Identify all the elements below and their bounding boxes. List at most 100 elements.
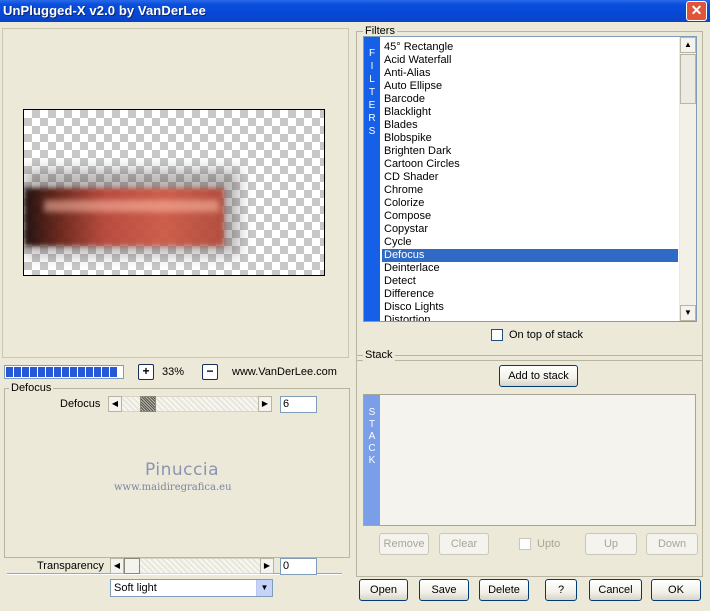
strip-letter: T (368, 419, 376, 430)
filters-items: 45° Rectangle Acid Waterfall Anti-Alias Aut… (382, 41, 678, 321)
filters-group: Filters FILTERS 45° Rectangle Acid Waterf… (356, 25, 703, 361)
progress-segment (14, 367, 21, 377)
website-link[interactable]: www.VanDerLee.com (232, 366, 337, 378)
filter-item[interactable]: Cartoon Circles (382, 158, 678, 171)
progress-segment (46, 367, 53, 377)
stack-strip: STACK (364, 395, 380, 525)
params-group-label: Defocus (9, 382, 54, 394)
up-button[interactable]: Up (585, 533, 637, 555)
zoom-controls: + 33% − www.VanDerLee.com (4, 364, 350, 382)
scroll-up-icon[interactable]: ▲ (680, 37, 696, 53)
strip-letter: F (368, 48, 376, 59)
defocus-value-field[interactable]: 6 (280, 396, 317, 413)
filters-scrollbar[interactable]: ▲ ▼ (679, 37, 696, 321)
stack-group-label: Stack (363, 349, 395, 361)
slider-thumb[interactable] (140, 396, 156, 412)
close-button[interactable]: ✕ (686, 1, 707, 21)
watermark-name: Pinuccia (145, 460, 219, 480)
zoom-in-button[interactable]: + (138, 364, 154, 380)
strip-letter: L (369, 74, 375, 85)
filter-item[interactable]: Chrome (382, 184, 678, 197)
filter-item[interactable]: Colorize (382, 197, 678, 210)
upto-label: Upto (537, 538, 561, 550)
progress-segment (86, 367, 93, 377)
down-button[interactable]: Down (646, 533, 698, 555)
window-title: UnPlugged-X v2.0 by VanDerLee (3, 3, 207, 18)
strip-letter: S (368, 126, 376, 137)
defocus-slider[interactable]: ◀ ▶ (108, 396, 273, 412)
progress-segment (54, 367, 61, 377)
arrow-right-icon[interactable]: ▶ (258, 396, 272, 412)
filter-item[interactable]: Brighten Dark (382, 145, 678, 158)
transparency-slider[interactable]: ◀ ▶ (110, 558, 275, 574)
arrow-right-icon[interactable]: ▶ (260, 558, 274, 574)
filter-item[interactable]: Compose (382, 210, 678, 223)
strip-letter: S (368, 407, 376, 418)
scroll-down-icon[interactable]: ▼ (680, 305, 696, 321)
filter-item[interactable]: Blades (382, 119, 678, 132)
strip-letter: K (368, 455, 376, 466)
ok-button[interactable]: OK (651, 579, 701, 601)
progress-segment (6, 367, 13, 377)
arrow-left-icon[interactable]: ◀ (110, 558, 124, 574)
upto-checkbox[interactable] (519, 538, 531, 550)
filter-item[interactable]: Defocus (382, 249, 678, 262)
defocus-label: Defocus (60, 398, 101, 410)
preview-image (24, 188, 224, 246)
transparency-value-field[interactable]: 0 (280, 558, 317, 575)
slider-track[interactable] (124, 558, 260, 574)
filter-item[interactable]: Distortion (382, 314, 678, 321)
on-top-checkbox[interactable] (491, 329, 503, 341)
progress-segment (22, 367, 29, 377)
delete-button[interactable]: Delete (479, 579, 529, 601)
filter-item[interactable]: Difference (382, 288, 678, 301)
on-top-label: On top of stack (509, 329, 583, 341)
save-button[interactable]: Save (419, 579, 469, 601)
filter-item[interactable]: Cycle (382, 236, 678, 249)
zoom-value: 33% (162, 366, 185, 378)
slider-thumb[interactable] (124, 558, 140, 574)
scroll-thumb[interactable] (680, 54, 696, 104)
filter-item[interactable]: Detect (382, 275, 678, 288)
open-button[interactable]: Open (359, 579, 408, 601)
filter-item[interactable]: Acid Waterfall (382, 54, 678, 67)
filter-item[interactable]: Blobspike (382, 132, 678, 145)
progress-segment (70, 367, 77, 377)
strip-letter: A (368, 431, 376, 442)
filter-item[interactable]: Auto Ellipse (382, 80, 678, 93)
blend-mode-select[interactable]: Soft light ▼ (110, 579, 273, 597)
progress-segment (38, 367, 45, 377)
filter-item[interactable]: Barcode (382, 93, 678, 106)
filter-item[interactable]: 45° Rectangle (382, 41, 678, 54)
add-to-stack-button[interactable]: Add to stack (499, 365, 578, 387)
strip-letter: T (368, 87, 376, 98)
clear-button[interactable]: Clear (439, 533, 489, 555)
strip-letter: E (368, 100, 376, 111)
progress-segment (78, 367, 85, 377)
filters-strip: FILTERS (364, 37, 380, 321)
help-button[interactable]: ? (545, 579, 577, 601)
filters-list[interactable]: FILTERS 45° Rectangle Acid Waterfall Anti-… (363, 36, 697, 322)
filter-item[interactable]: Blacklight (382, 106, 678, 119)
progress-segment (62, 367, 69, 377)
dialog-client: + 33% − www.VanDerLee.com Defocus Defocu… (0, 22, 710, 611)
preview-canvas[interactable] (23, 109, 325, 276)
progress-segment (30, 367, 37, 377)
filter-item[interactable]: Disco Lights (382, 301, 678, 314)
arrow-left-icon[interactable]: ◀ (108, 396, 122, 412)
filter-item[interactable]: Deinterlace (382, 262, 678, 275)
zoom-out-button[interactable]: − (202, 364, 218, 380)
chevron-down-icon[interactable]: ▼ (256, 580, 272, 596)
filter-item[interactable]: Anti-Alias (382, 67, 678, 80)
cancel-button[interactable]: Cancel (589, 579, 642, 601)
strip-letter: R (368, 113, 376, 124)
blend-mode-value: Soft light (114, 582, 157, 594)
strip-letter: C (368, 443, 376, 454)
remove-button[interactable]: Remove (379, 533, 429, 555)
filter-item[interactable]: Copystar (382, 223, 678, 236)
filter-item[interactable]: CD Shader (382, 171, 678, 184)
transparency-label: Transparency (37, 560, 104, 572)
stack-list[interactable]: STACK (363, 394, 696, 526)
preview-highlight (44, 200, 219, 212)
progress-bar (4, 365, 124, 379)
